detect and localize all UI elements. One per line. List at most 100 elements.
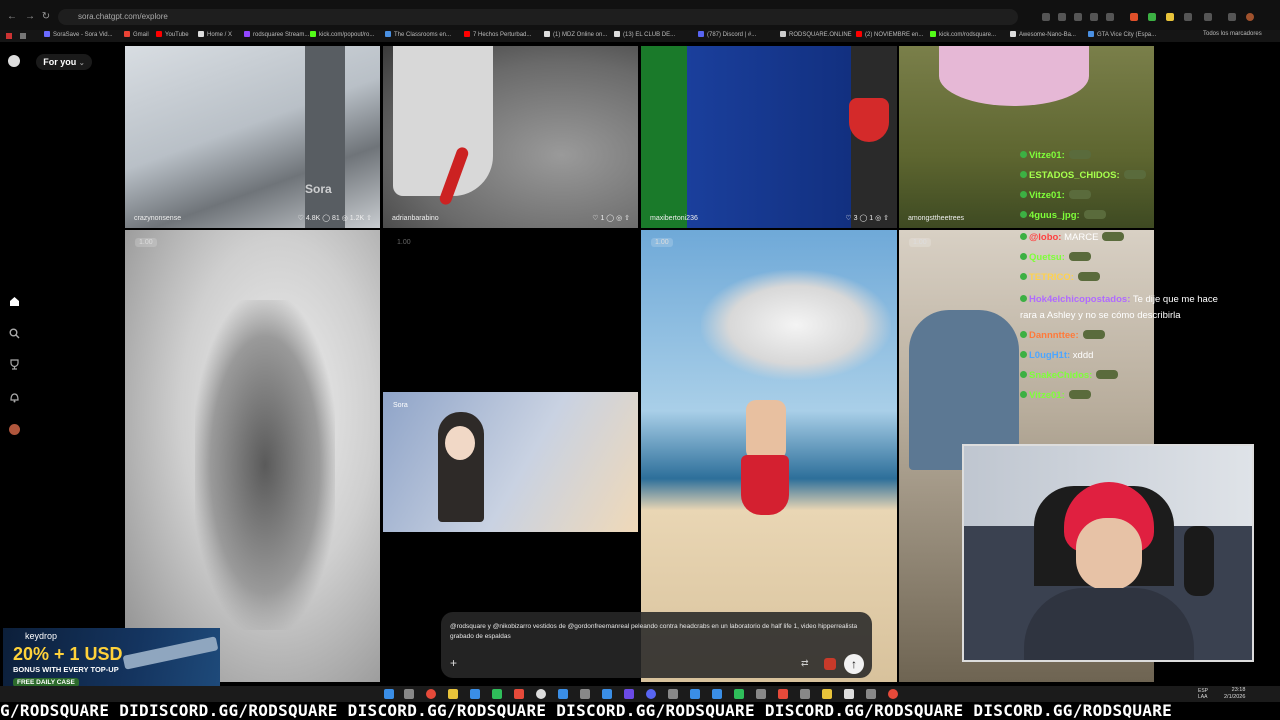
- taskbar-app-icon[interactable]: [756, 689, 766, 699]
- bookmark-label: GTA Vice City (Espa...: [1097, 32, 1157, 38]
- bookmark-item[interactable]: kick.com/rodsquare...: [930, 31, 996, 38]
- search-icon[interactable]: [9, 326, 20, 339]
- windows-start-icon[interactable]: [384, 689, 394, 699]
- taskbar-app-icon[interactable]: [492, 689, 502, 699]
- taskbar-app-icon[interactable]: [580, 689, 590, 699]
- speed-chip[interactable]: 1.00: [909, 238, 931, 247]
- extension-icon[interactable]: [1042, 13, 1050, 21]
- sidebar-icon[interactable]: [6, 33, 12, 39]
- address-bar[interactable]: sora.chatgpt.com/explore: [58, 9, 1018, 25]
- storyboard-icon[interactable]: [824, 658, 836, 670]
- home-icon[interactable]: [9, 294, 20, 306]
- sora-logo-icon[interactable]: [8, 55, 20, 67]
- bookmark-label: kick.com/popout/ro...: [319, 32, 375, 38]
- bookmark-item[interactable]: Gmail: [124, 31, 149, 38]
- chat-emote-icon: [1068, 390, 1091, 399]
- taskbar-app-icon[interactable]: [734, 689, 744, 699]
- speed-chip[interactable]: 1.00: [393, 238, 415, 247]
- chat-message: @lobo: MARCE: [1020, 232, 1125, 243]
- trophy-icon[interactable]: [9, 357, 20, 370]
- chat-badge-icon: [1020, 351, 1027, 358]
- profile-avatar[interactable]: [9, 424, 20, 435]
- bookmark-item[interactable]: GTA Vice City (Espa...: [1088, 31, 1156, 38]
- all-bookmarks[interactable]: Todos los marcadores: [1203, 31, 1262, 37]
- explorer-icon[interactable]: [448, 689, 458, 699]
- taskbar-app-icon[interactable]: [470, 689, 480, 699]
- extension-icon[interactable]: [1074, 13, 1082, 21]
- card-stats[interactable]: ♡ 3 ◯ 1 ◎ ⇧: [845, 214, 889, 222]
- taskbar-app-icon[interactable]: [844, 689, 854, 699]
- video-card[interactable]: 1.00: [125, 230, 380, 682]
- taskbar-app-icon[interactable]: [668, 689, 678, 699]
- video-card[interactable]: maxibertoni236 ♡ 3 ◯ 1 ◎ ⇧: [641, 46, 897, 228]
- back-icon[interactable]: ←: [6, 11, 18, 23]
- extension-icon[interactable]: [1106, 13, 1114, 21]
- settings-sliders-icon[interactable]: ⇄: [801, 658, 813, 670]
- video-thumbnail[interactable]: Sora: [383, 392, 638, 532]
- extension-icon[interactable]: [1184, 13, 1192, 21]
- bookmark-item[interactable]: RODSQUARE.ONLINE: [780, 31, 852, 38]
- chrome-icon[interactable]: [888, 689, 898, 699]
- bookmark-item[interactable]: 7 Hechos Perturbad...: [464, 31, 531, 38]
- taskbar-app-icon[interactable]: [558, 689, 568, 699]
- bookmark-item[interactable]: SoraSave - Sora Vid...: [44, 31, 113, 38]
- chrome-icon[interactable]: [426, 689, 436, 699]
- taskbar-app-icon[interactable]: [514, 689, 524, 699]
- discord-icon[interactable]: [646, 689, 656, 699]
- clock[interactable]: 23:18 2/1/2026: [1224, 687, 1245, 701]
- reload-icon[interactable]: ↻: [40, 11, 52, 23]
- taskbar-app-icon[interactable]: [404, 689, 414, 699]
- prompt-composer[interactable]: @rodsquare y @nikobizarro vestidos de @g…: [441, 612, 872, 678]
- video-card[interactable]: Sora crazynonsense ♡ 4.8K ◯ 81 ◎ 1.2K ⇧: [125, 46, 380, 228]
- bell-icon[interactable]: [9, 390, 20, 403]
- bookmark-item[interactable]: The Classrooms en...: [385, 31, 451, 38]
- card-username[interactable]: adrianbarabino: [392, 215, 439, 222]
- bookmark-item[interactable]: (2) NOVIEMBRE en...: [856, 31, 923, 38]
- apps-grid-icon[interactable]: [20, 33, 26, 39]
- pink-shape: [939, 46, 1089, 106]
- chevron-down-icon: ⌄: [78, 60, 85, 67]
- extension-icon[interactable]: [1130, 13, 1138, 21]
- prompt-text[interactable]: @rodsquare y @nikobizarro vestidos de @g…: [450, 622, 860, 642]
- bookmark-item[interactable]: (1) MDZ Online on...: [544, 31, 607, 38]
- forward-icon[interactable]: →: [24, 11, 36, 23]
- taskbar-app-icon[interactable]: [822, 689, 832, 699]
- video-card[interactable]: adrianbarabino ♡ 1 ◯ ◎ ⇧: [383, 46, 638, 228]
- taskbar-app-icon[interactable]: [712, 689, 722, 699]
- bookmark-item[interactable]: Awesome-Nano-Ba...: [1010, 31, 1076, 38]
- bookmark-item[interactable]: Home / X: [198, 31, 232, 38]
- speed-chip[interactable]: 1.00: [135, 238, 157, 247]
- bookmark-item[interactable]: (13) EL CLUB DE...: [614, 31, 675, 38]
- language-indicator[interactable]: ESP LAA: [1198, 688, 1208, 700]
- extension-icon[interactable]: [1058, 13, 1066, 21]
- card-stats[interactable]: ♡ 1 ◯ ◎ ⇧: [592, 214, 630, 222]
- tab-search-icon[interactable]: [1204, 13, 1212, 21]
- bookmark-item[interactable]: rodsquaree Stream...: [244, 31, 309, 38]
- taskbar-app-icon[interactable]: [866, 689, 876, 699]
- add-attachment-button[interactable]: +: [450, 656, 457, 670]
- submit-button[interactable]: ↑: [844, 654, 864, 674]
- card-username[interactable]: maxibertoni236: [650, 215, 698, 222]
- bookmark-item[interactable]: kick.com/popout/ro...: [310, 31, 374, 38]
- card-stats[interactable]: ♡ 4.8K ◯ 81 ◎ 1.2K ⇧: [298, 214, 372, 222]
- taskbar-app-icon[interactable]: [602, 689, 612, 699]
- card-username[interactable]: amongsttheetrees: [908, 215, 964, 222]
- profile-avatar[interactable]: [1246, 13, 1254, 21]
- taskbar-app-icon[interactable]: [624, 689, 634, 699]
- bookmark-item[interactable]: (787) Discord | #...: [698, 31, 756, 38]
- speed-chip[interactable]: 1.00: [651, 238, 673, 247]
- taskbar-app-icon[interactable]: [536, 689, 546, 699]
- bookmarks-bar: SoraSave - Sora Vid... Gmail YouTube Home /…: [0, 30, 1280, 42]
- extension-icon[interactable]: [1148, 13, 1156, 21]
- extension-icon[interactable]: [1090, 13, 1098, 21]
- for-you-dropdown[interactable]: For you ⌄: [36, 54, 92, 70]
- taskbar-app-icon[interactable]: [800, 689, 810, 699]
- taskbar-app-icon[interactable]: [690, 689, 700, 699]
- card-username[interactable]: crazynonsense: [134, 215, 181, 222]
- bookmark-label: (13) EL CLUB DE...: [623, 32, 676, 38]
- taskbar-app-icon[interactable]: [778, 689, 788, 699]
- extension-icon[interactable]: [1166, 13, 1174, 21]
- bookmark-item[interactable]: YouTube: [156, 31, 189, 38]
- chat-text: rara a Ashley y no se cómo describirla: [1020, 310, 1181, 321]
- downloads-icon[interactable]: [1228, 13, 1236, 21]
